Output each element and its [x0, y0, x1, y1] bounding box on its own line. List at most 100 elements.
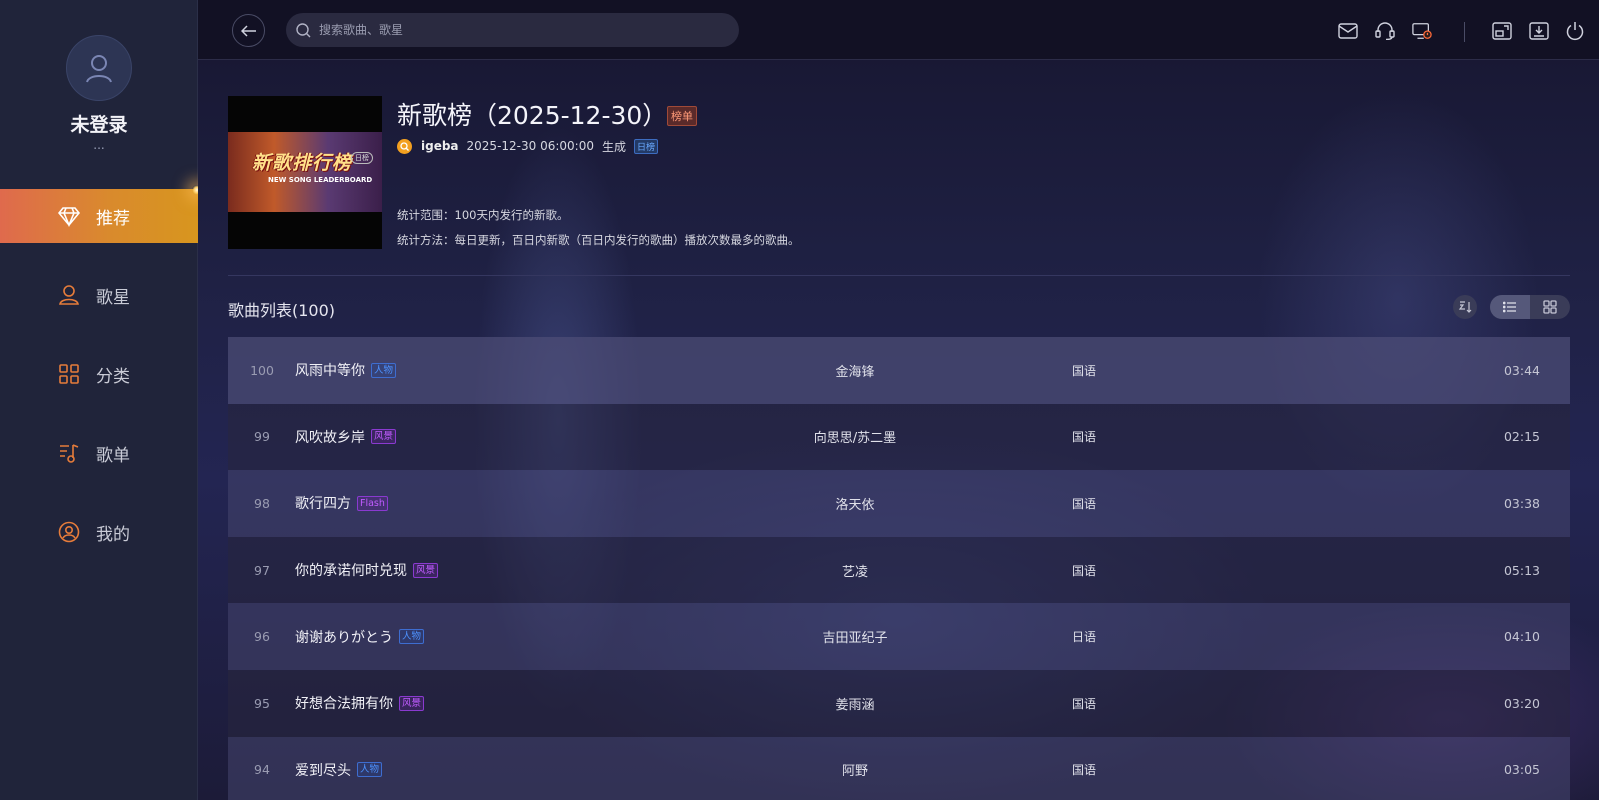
song-tag: 风景	[371, 429, 397, 445]
song-artist[interactable]: 艺凌	[748, 561, 962, 580]
song-duration: 03:05	[1503, 762, 1540, 778]
song-name-cell: 谢谢ありがとう 人物	[295, 627, 425, 647]
song-artist[interactable]: 洛天依	[748, 494, 962, 513]
nav-item-categories[interactable]: 分类	[0, 347, 198, 401]
song-duration: 04:10	[1503, 629, 1540, 645]
view-toggle	[1490, 295, 1570, 319]
chart-generated-label: 生成	[601, 139, 626, 154]
song-list-title: 歌曲列表(100)	[228, 301, 336, 320]
song-rank: 98	[254, 495, 270, 511]
nav-label: 推荐	[96, 208, 130, 229]
search-icon	[296, 22, 311, 37]
song-name-cell: 好想合法拥有你 风景	[295, 693, 425, 713]
table-row[interactable]: 97 你的承诺何时兑现 风景 艺凌 国语 05:13	[228, 536, 1570, 604]
nav-label: 歌单	[96, 445, 130, 466]
power-icon[interactable]	[1565, 22, 1585, 41]
song-language: 国语	[1071, 430, 1096, 445]
user-subtitle: ...	[93, 138, 105, 152]
toolbar-divider	[1464, 22, 1465, 42]
chart-datetime: 2025-12-30 06:00:00	[466, 139, 594, 153]
table-row[interactable]: 96 谢谢ありがとう 人物 吉田亚纪子 日语 04:10	[228, 603, 1570, 670]
song-duration: 02:15	[1503, 429, 1540, 445]
chart-desc-method: 统计方法：每日更新，百日内新歌（百日内发行的歌曲）播放次数最多的歌曲。	[397, 233, 800, 247]
chart-author[interactable]: igeba	[421, 139, 459, 153]
sidebar: 未登录 ... 推荐 歌星 分类 歌单 我的	[0, 0, 202, 800]
song-duration: 03:44	[1503, 362, 1540, 378]
song-artist[interactable]: 姜雨涵	[748, 694, 962, 713]
song-rank: 100	[250, 362, 274, 378]
song-rank: 96	[254, 629, 270, 645]
avatar[interactable]	[66, 35, 132, 101]
song-artist[interactable]: 向思思/苏二墨	[748, 427, 962, 446]
user-avatar-icon	[86, 55, 112, 83]
song-tag: Flash	[357, 495, 388, 511]
song-language: 日语	[1071, 630, 1096, 645]
period-tag: 日榜	[634, 138, 659, 154]
main-content: 新歌排行榜 日榜 NEW SONG LEADERBOARD 新歌榜（2025-1…	[198, 0, 1599, 800]
grid-view-icon	[1543, 300, 1557, 314]
song-artist[interactable]: 吉田亚纪子	[748, 627, 962, 646]
chart-meta: igeba 2025-12-30 06:00:00 生成 日榜	[397, 137, 659, 155]
list-icon	[1503, 301, 1516, 313]
song-language: 国语	[1071, 696, 1096, 711]
song-duration: 03:20	[1503, 695, 1540, 711]
back-button[interactable]	[232, 14, 265, 47]
profile-icon	[58, 521, 80, 543]
divider	[228, 275, 1570, 276]
nav-item-singers[interactable]: 歌星	[0, 268, 198, 322]
headset-icon[interactable]	[1375, 22, 1395, 40]
nav-item-playlists[interactable]: 歌单	[0, 426, 198, 480]
song-duration: 05:13	[1503, 562, 1540, 578]
table-row[interactable]: 100 风雨中等你 人物 金海锋 国语 03:44	[228, 337, 1570, 404]
nav-item-mine[interactable]: 我的	[0, 505, 198, 559]
song-name[interactable]: 风吹故乡岸	[295, 427, 365, 447]
search-box[interactable]	[286, 13, 739, 47]
music-list-icon	[58, 442, 80, 464]
song-language: 国语	[1071, 363, 1096, 378]
song-name-cell: 你的承诺何时兑现 风景	[295, 560, 439, 580]
sort-button[interactable]	[1453, 295, 1477, 319]
grid-icon	[58, 363, 80, 385]
song-language: 国语	[1071, 763, 1096, 778]
picture-in-picture-icon[interactable]	[1492, 22, 1512, 40]
user-icon	[58, 284, 80, 306]
song-name-cell: 爱到尽头 人物	[295, 760, 383, 780]
song-tag: 风景	[399, 695, 425, 711]
screen-alert-icon[interactable]	[1412, 22, 1432, 40]
song-name[interactable]: 你的承诺何时兑现	[295, 560, 407, 580]
grid-view-button[interactable]	[1530, 295, 1570, 319]
cover-tag: 日榜	[351, 152, 373, 164]
chart-badge: 榜单	[667, 106, 697, 126]
username[interactable]: 未登录	[0, 110, 198, 137]
song-name[interactable]: 爱到尽头	[295, 760, 351, 780]
sort-az-icon	[1458, 301, 1472, 313]
song-name[interactable]: 风雨中等你	[295, 360, 365, 380]
mail-icon[interactable]	[1338, 22, 1358, 40]
chart-desc-range: 统计范围：100天内发行的新歌。	[397, 208, 569, 222]
list-view-button[interactable]	[1490, 295, 1530, 319]
song-rank: 99	[254, 429, 270, 445]
song-name[interactable]: 谢谢ありがとう	[295, 627, 393, 647]
song-tag: 风景	[413, 562, 439, 578]
song-artist[interactable]: 阿野	[748, 760, 962, 779]
song-name-cell: 风吹故乡岸 风景	[295, 427, 397, 447]
table-row[interactable]: 98 歌行四方 Flash 洛天依 国语 03:38	[228, 470, 1570, 537]
nav-item-recommend[interactable]: 推荐	[0, 185, 202, 243]
nav-label: 我的	[96, 524, 130, 545]
song-rank: 95	[254, 695, 270, 711]
search-input[interactable]	[319, 23, 739, 37]
table-row[interactable]: 99 风吹故乡岸 风景 向思思/苏二墨 国语 02:15	[228, 403, 1570, 471]
song-rank: 97	[254, 562, 270, 578]
song-name[interactable]: 好想合法拥有你	[295, 693, 393, 713]
song-tag: 人物	[399, 629, 425, 645]
cover-subtitle: NEW SONG LEADERBOARD	[268, 176, 373, 184]
song-name-cell: 歌行四方 Flash	[295, 493, 388, 513]
download-icon[interactable]	[1529, 22, 1549, 40]
table-row[interactable]: 94 爱到尽头 人物 阿野 国语 03:05	[228, 736, 1570, 800]
song-name-cell: 风雨中等你 人物	[295, 360, 397, 380]
cover-title: 新歌排行榜	[252, 152, 353, 174]
page-title: 新歌榜（2025-12-30）	[397, 101, 668, 130]
song-artist[interactable]: 金海锋	[748, 361, 962, 380]
song-name[interactable]: 歌行四方	[295, 493, 351, 513]
table-row[interactable]: 95 好想合法拥有你 风景 姜雨涵 国语 03:20	[228, 669, 1570, 737]
